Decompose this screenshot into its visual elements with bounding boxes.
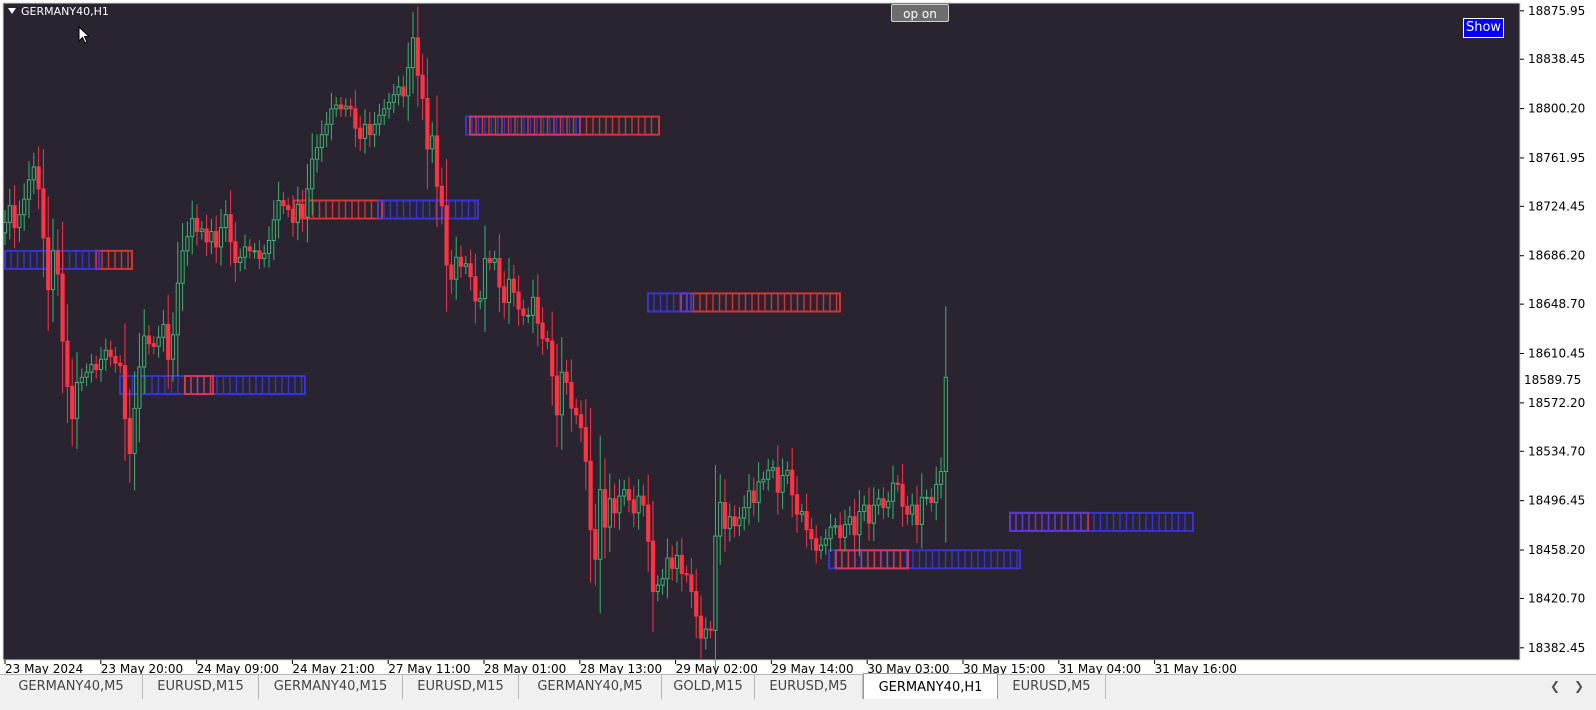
scroll-right-icon[interactable]: ❯ [1574,679,1584,693]
time-label: 24 May 21:00 [292,662,374,674]
time-label: 29 May 02:00 [676,662,758,674]
mouse-pointer-icon [78,26,91,44]
time-label: 31 May 16:00 [1155,662,1237,674]
price-label: 18420.70 [1528,591,1585,605]
scroll-left-icon[interactable]: ❮ [1550,679,1560,693]
price-label: 18458.20 [1528,543,1585,557]
price-label: 18838.45 [1528,52,1585,66]
tab-eurusd-m5-2[interactable]: EURUSD,M5 [998,675,1106,699]
current-price-marker: 18589.75 [1521,372,1584,388]
price-label: 18610.45 [1528,347,1585,361]
tab-germany40-m5-2[interactable]: GERMANY40,M5 [519,675,662,699]
price-label: 18761.95 [1528,151,1585,165]
show-button[interactable]: Show [1463,18,1504,38]
price-label: 18534.70 [1528,444,1585,458]
chart-tab-bar: GERMANY40,M5 EURUSD,M15 GERMANY40,M15 EU… [0,673,1596,710]
tab-eurusd-m15-2[interactable]: EURUSD,M15 [403,675,519,699]
price-label: 18382.45 [1528,641,1585,655]
symbol-title-text: GERMANY40,H1 [21,5,109,18]
price-chart[interactable]: 18875.95 18838.45 18800.20 18761.95 18724.45… [0,0,1596,674]
price-label: 18572.20 [1528,396,1585,410]
time-label: 24 May 09:00 [197,662,279,674]
tab-eurusd-m15[interactable]: EURUSD,M15 [143,675,259,699]
tab-gold-m15[interactable]: GOLD,M15 [662,675,755,699]
price-label: 18496.45 [1528,494,1585,508]
tab-germany40-m5[interactable]: GERMANY40,M5 [0,675,143,699]
price-label: 18875.95 [1528,4,1585,18]
price-label: 18800.20 [1528,102,1585,116]
current-price-label: 18589.75 [1524,373,1581,387]
tab-eurusd-m5[interactable]: EURUSD,M5 [755,675,863,699]
time-label: 23 May 20:00 [101,662,183,674]
chart-symbol-title[interactable]: GERMANY40,H1 [8,5,109,18]
time-label: 27 May 11:00 [388,662,470,674]
dropdown-triangle-icon[interactable] [8,8,16,14]
tab-germany40-m15[interactable]: GERMANY40,M15 [259,675,403,699]
time-label: 28 May 13:00 [580,662,662,674]
price-label: 18648.70 [1528,297,1585,311]
price-label: 18686.20 [1528,249,1585,263]
price-label: 18724.45 [1528,199,1585,213]
time-label: 31 May 04:00 [1059,662,1141,674]
time-label: 28 May 01:00 [484,662,566,674]
tab-germany40-h1[interactable]: GERMANY40,H1 [863,673,998,699]
op-toggle-button[interactable]: op on [891,4,949,22]
time-label: 23 May 2024 [5,662,83,674]
time-label: 29 May 14:00 [771,662,853,674]
